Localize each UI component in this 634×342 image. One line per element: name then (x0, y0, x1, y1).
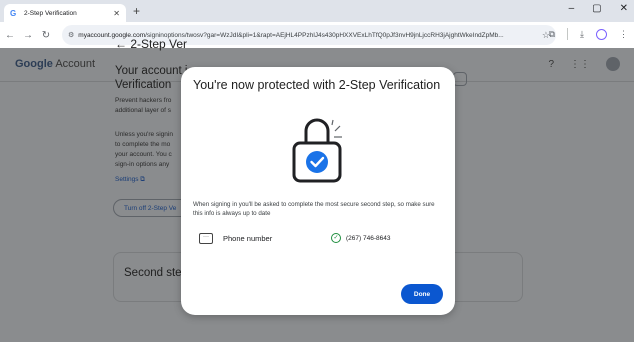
confirmation-dialog: You're now protected with 2-Step Verific… (181, 67, 455, 315)
window-controls: – ▢ ✕ (569, 3, 628, 14)
page-title: ← 2-Step Ver (115, 37, 188, 51)
back-icon[interactable]: ← (2, 30, 18, 41)
google-favicon-icon: G (10, 8, 17, 18)
menu-icon[interactable]: ⋮ (619, 29, 628, 40)
forward-icon[interactable]: → (20, 30, 36, 41)
apps-icon[interactable]: ⋮⋮ (570, 59, 590, 70)
section-chip (453, 72, 467, 86)
tab-strip: G 2-Step Verification ✕ + – ▢ ✕ (0, 0, 634, 22)
site-info-icon[interactable]: ⚙ (68, 31, 74, 39)
dialog-description: When signing in you'll be asked to compl… (193, 201, 435, 217)
browser-tab[interactable]: G 2-Step Verification ✕ (4, 4, 126, 22)
section-heading: Your account i Verification (115, 65, 187, 91)
lock-check-icon (292, 118, 342, 183)
phone-number-row: ··· Phone number ✓ (267) 746-8643 (199, 230, 439, 246)
download-icon[interactable]: ⤓ (580, 29, 584, 40)
section-text-2: Unless you're signin to complete the mo … (115, 131, 173, 168)
message-icon: ··· (199, 232, 213, 244)
google-account-logo[interactable]: Google Account (15, 58, 95, 70)
dialog-title: You're now protected with 2-Step Verific… (193, 78, 441, 92)
settings-link[interactable]: Settings ⧉ (115, 176, 145, 184)
help-icon[interactable]: ? (548, 59, 554, 70)
section-text: Prevent hackers fro additional layer of … (115, 97, 172, 114)
done-button[interactable]: Done (401, 284, 443, 304)
extensions-icon[interactable]: ⧉ (549, 29, 555, 40)
minimize-icon[interactable]: – (569, 3, 575, 14)
app-bar-actions: ? ⋮⋮ (548, 57, 620, 71)
close-window-icon[interactable]: ✕ (620, 3, 628, 14)
phone-label: Phone number (223, 233, 273, 243)
toolbar-actions: ⧉ ⤓ ⋮ (549, 28, 628, 40)
check-circle-icon: ✓ (331, 233, 341, 243)
avatar[interactable] (606, 57, 620, 71)
profile-icon[interactable] (596, 28, 607, 40)
divider (567, 28, 569, 40)
reload-icon[interactable]: ↻ (38, 30, 54, 41)
tab-title: 2-Step Verification (24, 9, 77, 17)
phone-value: (267) 746-8643 (346, 234, 391, 242)
close-icon[interactable]: ✕ (113, 9, 120, 18)
back-arrow-icon[interactable]: ← (115, 37, 127, 51)
browser-toolbar: ← → ↻ ⚙ myaccount.google.com/signinoptio… (0, 22, 634, 48)
plus-icon[interactable]: + (133, 4, 140, 18)
restore-icon[interactable]: ▢ (592, 3, 601, 14)
